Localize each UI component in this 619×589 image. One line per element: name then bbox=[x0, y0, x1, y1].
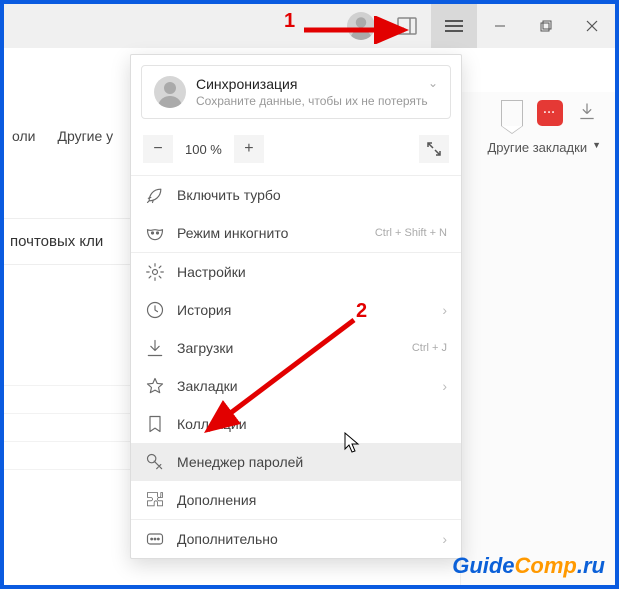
chevron-right-icon: › bbox=[442, 302, 447, 318]
sidebar-toggle-icon[interactable] bbox=[393, 12, 421, 40]
page-fragment-heading: почтовых кли bbox=[4, 218, 134, 265]
menu-item-history[interactable]: История › bbox=[131, 291, 461, 329]
zoom-value: 100 % bbox=[181, 142, 226, 157]
menu-label: Коллекции bbox=[177, 416, 247, 432]
menu-label: Загрузки bbox=[177, 340, 233, 356]
main-menu-dropdown: Синхронизация Сохраните данные, чтобы их… bbox=[130, 54, 462, 559]
key-icon bbox=[145, 452, 165, 472]
page-text-fragment: Другие у bbox=[57, 128, 113, 144]
user-avatar-icon bbox=[154, 76, 186, 108]
rocket-icon bbox=[145, 185, 165, 205]
other-bookmarks-label: Другие закладки bbox=[487, 140, 587, 155]
watermark: GuideComp.ru bbox=[452, 553, 605, 579]
menu-shortcut: Ctrl + Shift + N bbox=[375, 227, 447, 239]
main-menu-button[interactable] bbox=[431, 4, 477, 48]
bookmark-flag-icon[interactable] bbox=[501, 100, 523, 126]
other-bookmarks-button[interactable]: Другие закладки ▼ bbox=[461, 134, 615, 161]
menu-item-collections[interactable]: Коллекции bbox=[131, 405, 461, 443]
page-text-fragment: оли bbox=[12, 128, 35, 144]
sync-promo-box[interactable]: Синхронизация Сохраните данные, чтобы их… bbox=[141, 65, 451, 119]
dropdown-triangle-icon: ▼ bbox=[592, 140, 601, 155]
menu-item-downloads[interactable]: Загрузки Ctrl + J bbox=[131, 329, 461, 367]
mouse-cursor-icon bbox=[344, 432, 362, 454]
page-text-fragment: почтовых кли bbox=[10, 233, 103, 250]
sync-title: Синхронизация bbox=[196, 76, 428, 92]
menu-label: История bbox=[177, 302, 231, 318]
more-icon bbox=[145, 529, 165, 549]
menu-item-password-manager[interactable]: Менеджер паролей bbox=[131, 443, 461, 481]
mask-icon bbox=[145, 223, 165, 243]
menu-item-incognito[interactable]: Режим инкогнито Ctrl + Shift + N bbox=[131, 214, 461, 252]
chevron-down-icon: ⌄ bbox=[428, 76, 438, 90]
menu-label: Настройки bbox=[177, 264, 246, 280]
puzzle-icon bbox=[145, 490, 165, 510]
star-icon bbox=[145, 376, 165, 396]
download-icon bbox=[145, 338, 165, 358]
menu-item-turbo[interactable]: Включить турбо bbox=[131, 176, 461, 214]
menu-item-more[interactable]: Дополнительно › bbox=[131, 520, 461, 558]
page-fragment-tabs: оли Другие у bbox=[4, 108, 124, 164]
sync-subtitle: Сохраните данные, чтобы их не потерять bbox=[196, 94, 428, 108]
downloads-icon[interactable] bbox=[577, 101, 597, 126]
maximize-button[interactable] bbox=[523, 4, 569, 48]
zoom-controls: − 100 % + bbox=[131, 129, 461, 175]
menu-label: Дополнения bbox=[177, 492, 256, 508]
page-fragment-list bbox=[4, 358, 134, 470]
menu-label: Режим инкогнито bbox=[177, 225, 288, 241]
chevron-right-icon: › bbox=[442, 378, 447, 394]
minimize-button[interactable] bbox=[477, 4, 523, 48]
window-titlebar bbox=[4, 4, 615, 48]
history-icon bbox=[145, 300, 165, 320]
menu-label: Включить турбо bbox=[177, 187, 281, 203]
window-controls bbox=[477, 4, 615, 48]
gear-icon bbox=[145, 262, 165, 282]
chevron-right-icon: › bbox=[442, 531, 447, 547]
fullscreen-button[interactable] bbox=[419, 135, 449, 163]
menu-label: Менеджер паролей bbox=[177, 454, 303, 470]
profile-avatar-icon[interactable] bbox=[347, 12, 375, 40]
menu-shortcut: Ctrl + J bbox=[412, 342, 447, 354]
menu-label: Закладки bbox=[177, 378, 238, 394]
hamburger-icon bbox=[445, 20, 463, 32]
side-panel: ••• Другие закладки ▼ bbox=[460, 92, 615, 585]
zoom-out-button[interactable]: − bbox=[143, 135, 173, 163]
screenshot-frame: оли Другие у почтовых кли ••• Другие зак… bbox=[0, 0, 619, 589]
menu-item-bookmarks[interactable]: Закладки › bbox=[131, 367, 461, 405]
flag-icon bbox=[145, 414, 165, 434]
menu-item-settings[interactable]: Настройки bbox=[131, 253, 461, 291]
zoom-in-button[interactable]: + bbox=[234, 135, 264, 163]
close-button[interactable] bbox=[569, 4, 615, 48]
menu-label: Дополнительно bbox=[177, 531, 278, 547]
password-extension-icon[interactable]: ••• bbox=[537, 100, 563, 126]
menu-item-addons[interactable]: Дополнения bbox=[131, 481, 461, 519]
